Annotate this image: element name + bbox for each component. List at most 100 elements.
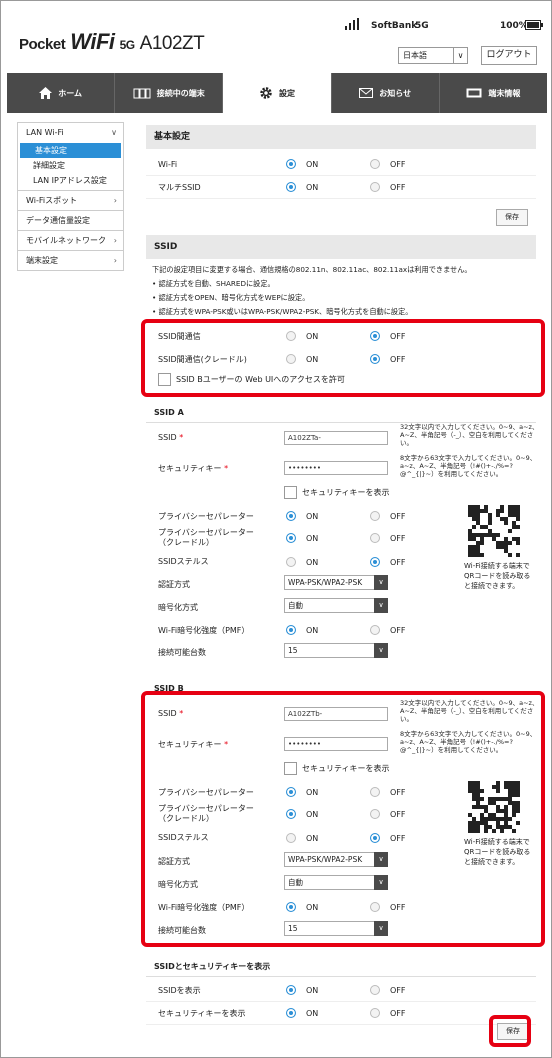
ssid-a-qr-text: Wi-Fi接続する端末でQRコードを読み取ると接続できます。 <box>464 562 531 590</box>
logo: Pocket WiFi 5G A102ZT <box>19 29 205 55</box>
tab-home-label: ホーム <box>58 88 82 98</box>
sidebar-item-wifi-spot[interactable]: Wi-Fiスポット › <box>17 191 124 211</box>
ssid-a-privacy-on-radio[interactable] <box>286 511 296 521</box>
ssid-a-pmf-off-radio[interactable] <box>370 625 380 635</box>
show-key-label: セキュリティキーを表示 <box>158 1009 246 1018</box>
radio-label: ON <box>306 1009 319 1018</box>
radio-label: ON <box>306 160 319 169</box>
save-button[interactable]: 保存 <box>496 209 528 226</box>
sidebar-sub-advanced[interactable]: 詳細設定 <box>18 158 123 173</box>
radio-label: OFF <box>390 183 406 192</box>
multi-ssid-off-radio[interactable] <box>370 182 380 192</box>
ssid-a-show-key-checkbox[interactable] <box>284 486 297 499</box>
section-ssid-title: SSID <box>146 235 536 259</box>
logout-button[interactable]: ログアウト <box>481 46 537 65</box>
ssid-a-form: SSID * A102ZTa- 32文字以内で入力してください。0~9、a~z、… <box>146 423 538 679</box>
show-key-on-radio[interactable] <box>286 1008 296 1018</box>
sidebar-item-mobile-network[interactable]: モバイルネットワーク › <box>17 231 124 251</box>
tab-connected-devices[interactable]: 接続中の端末 <box>115 73 224 113</box>
ssid-a-ssid-input[interactable]: A102ZTa- <box>284 431 388 445</box>
ssid-a-key-label: セキュリティキー * <box>158 464 229 473</box>
tab-notifications[interactable]: お知らせ <box>332 73 440 113</box>
radio-label: OFF <box>390 160 406 169</box>
logo-prefix: Pocket <box>19 36 66 53</box>
show-key-off-radio[interactable] <box>370 1008 380 1018</box>
ssid-a-stealth-on-radio[interactable] <box>286 557 296 567</box>
wifi-on-radio[interactable] <box>286 159 296 169</box>
devices-icon <box>133 88 151 99</box>
signal-icon <box>345 18 359 30</box>
radio-label: OFF <box>390 1009 406 1018</box>
ssid-notes: 下記の設定項目に変更する場合、通信規格の802.11n、802.11ac、802… <box>146 259 536 321</box>
sidebar-item-label: データ通信量設定 <box>26 216 90 225</box>
select-value: 自動 <box>288 601 303 610</box>
ssid-a-pmf-on-radio[interactable] <box>286 625 296 635</box>
chevron-down-icon: ∨ <box>453 48 467 63</box>
ssid-a-auth-select[interactable]: WPA-PSK/WPA2-PSK ∨ <box>284 575 388 590</box>
language-value: 日本語 <box>403 51 427 60</box>
show-ssid-off-radio[interactable] <box>370 985 380 995</box>
note-line: 下記の設定項目に変更する場合、通信規格の802.11n、802.11ac、802… <box>152 265 472 274</box>
radio-label: ON <box>306 558 319 567</box>
ssid-a-key-input[interactable]: •••••••• <box>284 461 388 475</box>
radio-label: OFF <box>390 558 406 567</box>
chevron-down-icon: ∨ <box>374 643 388 658</box>
ssid-a-pmf-label: Wi-Fi暗号化強度（PMF） <box>158 626 250 635</box>
ssid-a-qr-code <box>468 505 520 557</box>
battery-level: 100% <box>500 21 528 31</box>
ssid-a-max-select[interactable]: 15 ∨ <box>284 643 388 658</box>
row-show-ssid: SSIDを表示 ON OFF <box>146 979 536 1002</box>
ssid-a-auth-label: 認証方式 <box>158 580 190 589</box>
home-icon <box>39 87 53 99</box>
page-frame: Pocket WiFi 5G A102ZT SoftBank 5G S 100%… <box>0 0 552 1058</box>
tab-device-info-label: 端末情報 <box>488 88 521 98</box>
ssid-a-show-key-label: セキュリティキーを表示 <box>302 488 390 497</box>
status-bar: SoftBank 5G S 100% <box>345 17 545 37</box>
ssid-a-privacy-cradle-on-radio[interactable] <box>286 533 296 543</box>
note-line: • 認証方式を自動、SHAREDに設定。 <box>152 279 275 288</box>
multi-ssid-on-radio[interactable] <box>286 182 296 192</box>
ssid-a-enc-select[interactable]: 自動 ∨ <box>284 598 388 613</box>
logo-5g: 5G <box>119 38 136 52</box>
radio-label: OFF <box>390 626 406 635</box>
ssid-a-title: SSID A <box>146 403 536 423</box>
radio-label: ON <box>306 534 319 543</box>
chevron-down-icon: ∨ <box>111 128 117 137</box>
logo-model: A102ZT <box>139 33 205 54</box>
sidebar-item-device-settings[interactable]: 端末設定 › <box>17 251 124 271</box>
sidebar-sub-basic[interactable]: 基本設定 <box>20 143 121 158</box>
network-type: 5G <box>415 21 429 31</box>
radio-label: ON <box>306 626 319 635</box>
highlight-ssid-isolation <box>141 319 545 397</box>
show-ssid-on-radio[interactable] <box>286 985 296 995</box>
row-show-key: セキュリティキーを表示 ON OFF <box>146 1002 536 1025</box>
ssid-a-privacy-cradle-off-radio[interactable] <box>370 533 380 543</box>
main-nav: ホーム 接続中の端末 設定 お知らせ 端末情報 <box>7 73 547 113</box>
show-ssid-label: SSIDを表示 <box>158 986 201 995</box>
tab-device-info[interactable]: 端末情報 <box>440 73 547 113</box>
sidebar-item-data-usage[interactable]: データ通信量設定 <box>17 211 124 231</box>
ssid-a-stealth-off-radio[interactable] <box>370 557 380 567</box>
sidebar-item-lan-wifi[interactable]: LAN Wi-Fi ∨ <box>18 123 123 143</box>
highlight-ssid-b <box>141 691 545 947</box>
ssid-a-max-label: 接続可能台数 <box>158 648 206 657</box>
language-select[interactable]: 日本語 ∨ <box>398 47 468 64</box>
chevron-right-icon: › <box>113 256 117 265</box>
radio-label: ON <box>306 986 319 995</box>
ssid-a-privacy-off-radio[interactable] <box>370 511 380 521</box>
wifi-off-radio[interactable] <box>370 159 380 169</box>
ssid-a-ssid-hint: 32文字以内で入力してください。0~9、a~z、A~Z、半角記号（-_）、空白を… <box>400 423 539 447</box>
ssid-a-key-hint: 8文字から63文字で入力してください。0~9、a~z、A~Z、半角記号（!#()… <box>400 454 537 478</box>
radio-label: ON <box>306 183 319 192</box>
tab-home[interactable]: ホーム <box>7 73 116 113</box>
highlight-save <box>489 1015 531 1047</box>
select-value: WPA-PSK/WPA2-PSK <box>288 578 363 587</box>
row-multi-ssid: マルチSSID ON OFF <box>146 176 536 199</box>
ssid-a-stealth-label: SSIDステルス <box>158 557 209 566</box>
radio-label: OFF <box>390 534 406 543</box>
sidebar-sub-lan-ip[interactable]: LAN IPアドレス設定 <box>18 173 123 188</box>
section-basic-title: 基本設定 <box>146 125 536 149</box>
chevron-down-icon: ∨ <box>374 598 388 613</box>
tab-settings[interactable]: 設定 <box>223 73 332 113</box>
sidebar-item-label: 端末設定 <box>26 256 58 265</box>
